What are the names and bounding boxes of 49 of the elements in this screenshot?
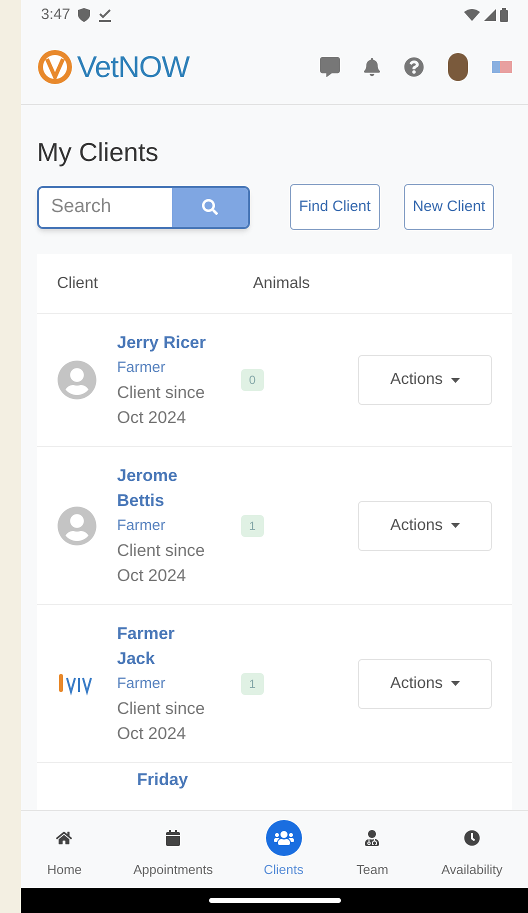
caret-icon (450, 523, 460, 528)
avatar-icon (57, 360, 97, 400)
animal-count-badge: 0 (241, 369, 264, 391)
help-icon[interactable] (404, 57, 424, 77)
brand-name: VetNOW (77, 50, 190, 86)
action-button[interactable]: New Client (404, 184, 494, 230)
column-header: Client (57, 274, 99, 294)
actions-dropdown[interactable]: Actions (358, 500, 492, 550)
avatar-icon (57, 506, 97, 546)
shield-icon (78, 8, 90, 22)
page-title: My Clients (37, 136, 160, 169)
client-role: Farmer (117, 516, 166, 536)
client-name[interactable]: Friday (137, 770, 188, 789)
signal-icon (484, 9, 496, 21)
client-role: Farmer (117, 358, 166, 378)
wifi-icon (464, 9, 480, 21)
nav-tab[interactable]: Availability (441, 820, 503, 880)
client-since: Client since Oct 2024 (117, 698, 206, 745)
nav-tab[interactable]: Home (46, 820, 82, 880)
chat-icon[interactable] (320, 57, 340, 77)
animal-count-badge: 1 (241, 514, 264, 536)
person-icon (364, 830, 380, 846)
client-name[interactable]: Farmer Jack (117, 621, 217, 671)
home-icon (56, 830, 72, 846)
logo-icon (37, 49, 73, 85)
nav-tab[interactable]: Team (354, 820, 390, 880)
search-field[interactable]: Search (37, 186, 250, 228)
action-button[interactable]: Find Client (290, 184, 380, 230)
caret-icon (450, 378, 460, 382)
caret-icon (450, 681, 460, 686)
client-since: Client since Oct 2024 (117, 382, 206, 429)
column-header: Animals (253, 274, 310, 294)
actions-dropdown[interactable]: Actions (358, 355, 492, 405)
search-icon (202, 199, 218, 215)
notification-icon[interactable] (364, 57, 380, 77)
actions-dropdown[interactable]: Actions (358, 658, 492, 708)
client-name[interactable]: Jerome Bettis (117, 463, 217, 513)
client-name[interactable]: Jerry Ricer (117, 330, 217, 355)
clock-icon (464, 830, 480, 846)
animal-count-badge: 1 (241, 672, 264, 694)
calendar-icon (165, 830, 182, 846)
search-button[interactable] (172, 188, 248, 226)
client-since: Client since Oct 2024 (117, 540, 206, 587)
status-time: 3:47 (41, 4, 70, 25)
battery-icon (500, 8, 508, 22)
nav-tab[interactable]: Appointments (133, 820, 213, 880)
client-role: Farmer (117, 674, 166, 694)
profile-avatar[interactable] (448, 53, 468, 81)
download-done-icon (98, 8, 112, 22)
